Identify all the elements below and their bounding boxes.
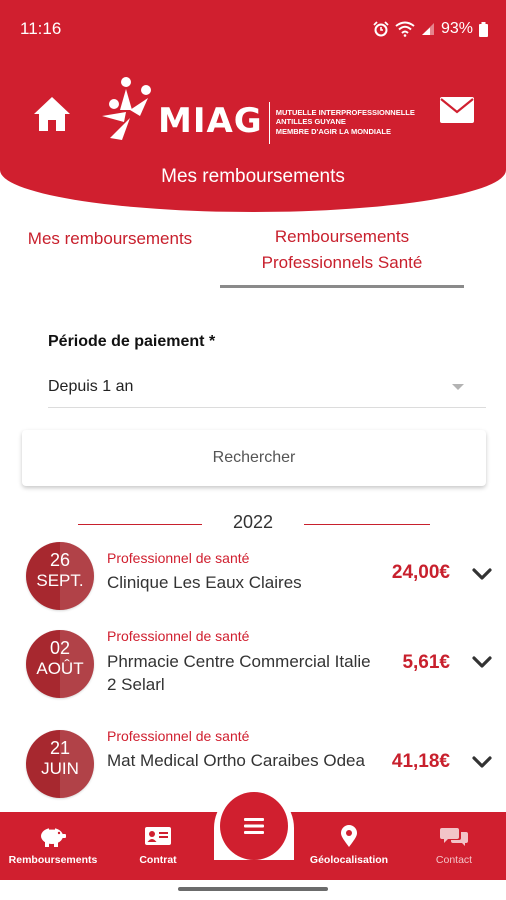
chevron-down-icon[interactable]: [472, 567, 492, 581]
list-item[interactable]: 26 SEPT. Professionnel de santé Clinique…: [0, 540, 506, 610]
tab-remboursements-professionnels-sante[interactable]: Remboursements Professionnels Santé: [220, 222, 464, 288]
home-button[interactable]: [32, 94, 72, 134]
list-item[interactable]: 02 AOÛT Professionnel de santé Phrmacie …: [0, 626, 506, 700]
miag-logo: MIAG MUTUELLE INTERPROFESSIONNELLE ANTIL…: [100, 72, 415, 152]
period-select[interactable]: Depuis 1 an: [48, 366, 486, 408]
date-month: AOÛT: [36, 659, 84, 678]
item-category: Professionnel de santé: [107, 550, 250, 566]
chevron-down-icon[interactable]: [472, 655, 492, 669]
item-amount: 5,61€: [402, 652, 450, 673]
divider-line: [304, 524, 430, 525]
date-badge: 21 JUIN: [26, 730, 94, 798]
date-month: SEPT.: [36, 571, 84, 590]
alarm-icon: [373, 21, 389, 37]
year-divider: 2022: [0, 512, 506, 536]
battery-icon: [479, 21, 488, 37]
item-name: Phrmacie Centre Commercial Italie 2 Sela…: [107, 652, 371, 694]
nav-item-geolocalisation[interactable]: Géolocalisation: [296, 812, 402, 880]
date-day: 21: [49, 738, 71, 758]
menu-button[interactable]: [220, 792, 288, 860]
date-day: 26: [49, 550, 71, 570]
logo-figures-mark: [100, 76, 180, 148]
logo-separator: [268, 102, 270, 144]
logo-tagline: MUTUELLE INTERPROFESSIONNELLE ANTILLES G…: [276, 108, 415, 137]
item-name: Mat Medical Ortho Caraibes Odea: [107, 751, 365, 770]
id-card-icon: [145, 827, 171, 845]
date-month: JUIN: [41, 759, 79, 778]
item-amount: 24,00€: [391, 562, 450, 583]
location-pin-icon: [341, 825, 357, 847]
search-button[interactable]: Rechercher: [22, 430, 486, 486]
nav-label: Contact: [435, 854, 473, 866]
piggy-bank-icon: [41, 828, 66, 847]
page-title: Mes remboursements: [161, 166, 345, 187]
date-badge: 02 AOÛT: [26, 630, 94, 698]
logo-tagline-line: ANTILLES GUYANE: [275, 117, 346, 127]
mail-icon: [440, 97, 474, 123]
home-icon: [34, 97, 70, 131]
status-icons: 93%: [373, 20, 488, 38]
item-name: Clinique Les Eaux Claires: [107, 573, 302, 592]
item-category: Professionnel de santé: [107, 728, 250, 744]
wifi-icon: [395, 21, 415, 37]
tab-mes-remboursements[interactable]: Mes remboursements: [22, 222, 198, 252]
status-time: 11:16: [20, 19, 62, 38]
nav-label: Géolocalisation: [309, 854, 389, 866]
date-badge: 26 SEPT.: [26, 542, 94, 610]
tab-bar: Mes remboursements Remboursements Profes…: [0, 222, 506, 288]
item-amount: 41,18€: [391, 751, 450, 772]
app-header: 11:16 93% MIAG MUTUELLE INTERPROFESSIONN…: [0, 0, 506, 212]
mail-button[interactable]: [440, 97, 474, 123]
status-bar: 11:16 93%: [0, 0, 506, 58]
period-label: Période de paiement *: [48, 333, 216, 350]
gesture-handle[interactable]: [178, 887, 328, 891]
nav-item-contrat[interactable]: Contrat: [106, 812, 210, 880]
date-day: 02: [49, 638, 71, 658]
item-category: Professionnel de santé: [107, 628, 250, 644]
period-select-value: Depuis 1 an: [48, 377, 134, 395]
nav-item-contact[interactable]: Contact: [402, 812, 506, 880]
logo-tagline-line: MUTUELLE INTERPROFESSIONNELLE: [275, 107, 415, 117]
battery-percent: 93%: [440, 20, 473, 37]
nav-label: Contrat: [139, 854, 177, 866]
logo-tagline-line: MEMBRE D'AGIR LA MONDIALE: [275, 126, 391, 136]
signal-icon: [421, 22, 435, 36]
caret-down-icon: [452, 383, 464, 390]
year-label: 2022: [232, 512, 274, 532]
nav-item-remboursements[interactable]: Remboursements: [0, 812, 106, 880]
nav-label: Remboursements: [8, 854, 98, 866]
menu-icon: [244, 818, 264, 834]
chat-bubbles-icon: [440, 828, 468, 846]
chevron-down-icon[interactable]: [472, 755, 492, 769]
